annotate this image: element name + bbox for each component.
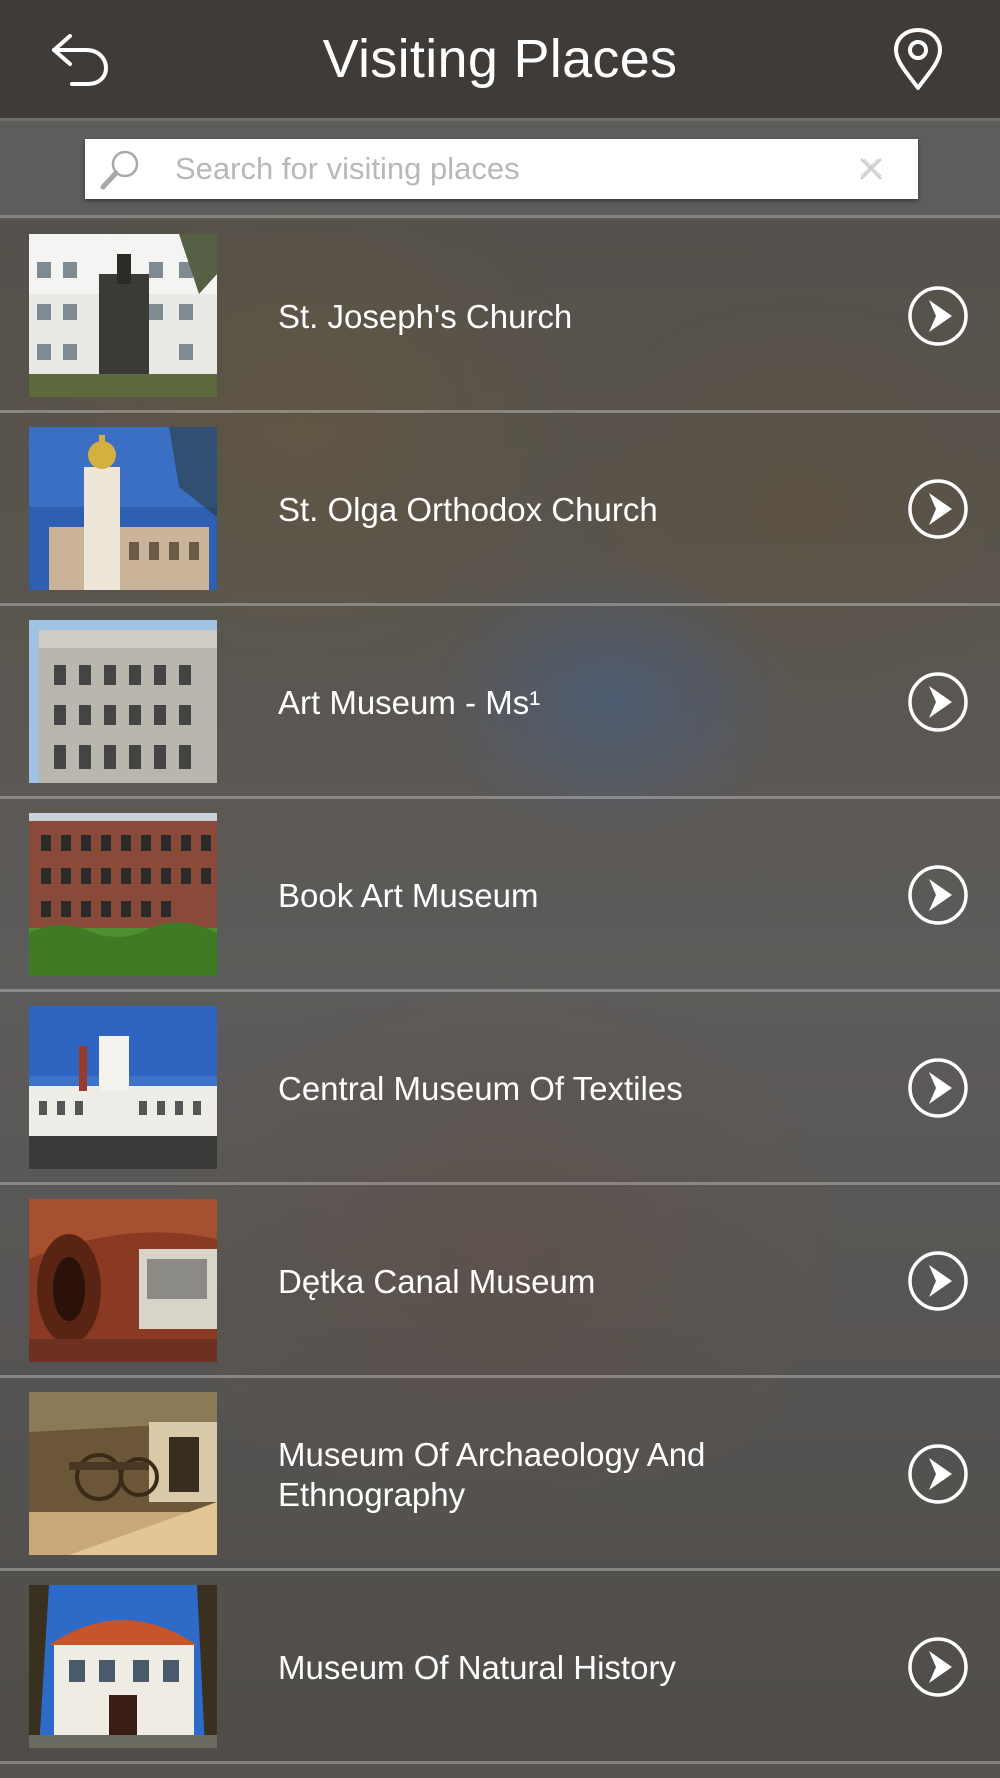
list-item[interactable]: Book Art Museum (0, 799, 1000, 992)
list-item[interactable]: Museum Of Archaeology And Ethnography (0, 1378, 1000, 1571)
place-thumbnail (29, 1585, 217, 1748)
list-item[interactable]: Art Museum - Ms¹ (0, 606, 1000, 799)
place-thumbnail (29, 813, 217, 976)
place-thumbnail (29, 620, 217, 783)
search-input[interactable] (175, 139, 815, 199)
chevron-right-circle-icon[interactable] (907, 1636, 969, 1698)
list-item[interactable]: St. Olga Orthodox Church (0, 413, 1000, 606)
places-list: St. Joseph's Church St. Olga Orthodox Ch… (0, 220, 1000, 1764)
chevron-right-circle-icon[interactable] (907, 478, 969, 540)
list-item[interactable]: Dętka Canal Museum (0, 1185, 1000, 1378)
place-name: Dętka Canal Museum (278, 1262, 596, 1300)
chevron-right-circle-icon[interactable] (907, 285, 969, 347)
place-name: St. Joseph's Church (278, 297, 573, 335)
place-name: Museum Of Natural History (278, 1648, 676, 1686)
list-item[interactable]: St. Joseph's Church (0, 220, 1000, 413)
place-name: Art Museum - Ms¹ (278, 683, 541, 721)
place-thumbnail (29, 427, 217, 590)
search-bar (0, 121, 1000, 218)
chevron-right-circle-icon[interactable] (907, 1250, 969, 1312)
map-button[interactable] (890, 26, 946, 92)
place-name: Central Museum Of Textiles (278, 1069, 683, 1107)
place-thumbnail (29, 1199, 217, 1362)
search-box[interactable] (85, 139, 918, 199)
place-name: Book Art Museum (278, 876, 539, 914)
place-thumbnail (29, 1006, 217, 1169)
list-item[interactable]: Museum Of Natural History (0, 1571, 1000, 1764)
list-item[interactable]: Central Museum Of Textiles (0, 992, 1000, 1185)
search-icon (100, 150, 139, 190)
chevron-right-circle-icon[interactable] (907, 1443, 969, 1505)
map-pin-icon (894, 28, 942, 90)
place-name: Museum Of Archaeology And Ethnography (278, 1435, 706, 1513)
place-thumbnail (29, 1392, 217, 1555)
chevron-right-circle-icon[interactable] (907, 1057, 969, 1119)
clear-search-icon[interactable] (857, 155, 885, 183)
app-header: Visiting Places (0, 0, 1000, 121)
place-thumbnail (29, 234, 217, 397)
page-title: Visiting Places (322, 29, 678, 89)
chevron-right-circle-icon[interactable] (907, 671, 969, 733)
chevron-right-circle-icon[interactable] (907, 864, 969, 926)
place-name: St. Olga Orthodox Church (278, 490, 658, 528)
